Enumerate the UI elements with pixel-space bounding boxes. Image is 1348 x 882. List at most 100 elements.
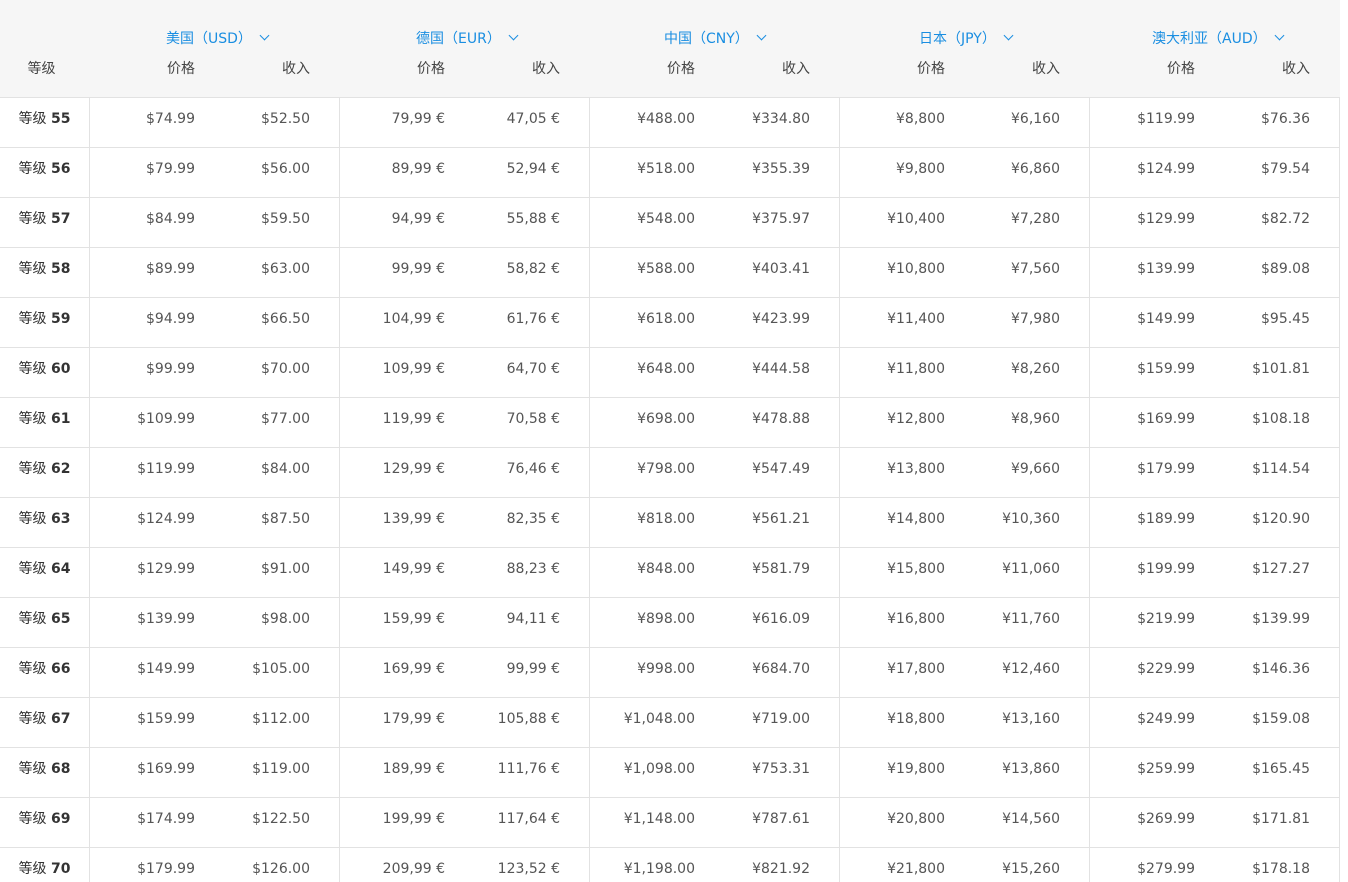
revenue-column-header: 收入: [782, 61, 810, 77]
revenue-cell: ¥423.99: [752, 311, 810, 327]
revenue-cell: ¥355.39: [752, 161, 810, 177]
price-cell: 169,99 €: [382, 661, 445, 677]
revenue-cell: ¥753.31: [752, 761, 810, 777]
revenue-cell: ¥684.70: [752, 661, 810, 677]
tier-prefix: 等级: [18, 661, 47, 677]
price-cell: $119.99: [137, 461, 195, 477]
revenue-cell: 117,64 €: [497, 811, 560, 827]
revenue-cell: $139.99: [1252, 611, 1310, 627]
revenue-cell: $95.45: [1261, 311, 1310, 327]
country-selector-3[interactable]: 日本（JPY）: [919, 28, 1014, 48]
revenue-cell: ¥719.00: [752, 711, 810, 727]
price-cell: $124.99: [1137, 161, 1195, 177]
price-cell: ¥1,148.00: [623, 811, 695, 827]
country-selector-0[interactable]: 美国（USD）: [166, 28, 270, 48]
table-row: 等级 66 $149.99 $105.00 169,99 € 99,99 € ¥998.0…: [0, 648, 1340, 698]
price-cell: $179.99: [137, 861, 195, 877]
price-cell: ¥10,400: [887, 211, 945, 227]
price-cell: 209,99 €: [382, 861, 445, 877]
tier-number: 64: [50, 561, 71, 577]
country-selector-2[interactable]: 中国（CNY）: [664, 28, 767, 48]
revenue-cell: ¥7,280: [1011, 211, 1060, 227]
price-cell: $159.99: [1137, 361, 1195, 377]
tier-cell: 等级 69: [0, 798, 90, 847]
tier-number: 65: [50, 611, 71, 627]
price-cell: $99.99: [146, 361, 195, 377]
revenue-cell: ¥12,460: [1002, 661, 1060, 677]
price-cell: $109.99: [137, 411, 195, 427]
tier-prefix: 等级: [18, 511, 47, 527]
column-divider: [839, 98, 840, 882]
price-cell: $124.99: [137, 511, 195, 527]
price-cell: $259.99: [1137, 761, 1195, 777]
revenue-cell: $127.27: [1252, 561, 1310, 577]
table-body: 等级 55 $74.99 $52.50 79,99 € 47,05 € ¥488.00 ¥3…: [0, 98, 1340, 882]
price-cell: $149.99: [137, 661, 195, 677]
price-cell: ¥18,800: [887, 711, 945, 727]
table-row: 等级 59 $94.99 $66.50 104,99 € 61,76 € ¥618.00 ¥…: [0, 298, 1340, 348]
table-header: 等级 美国（USD） 价格 收入 德国（EUR） 价格 收入 中国（CNY） 价格 收入 日本（J…: [0, 0, 1340, 98]
tier-cell: 等级 61: [0, 398, 90, 447]
revenue-column-header: 收入: [282, 61, 310, 77]
column-divider: [1089, 98, 1090, 882]
tier-prefix: 等级: [18, 311, 47, 327]
table-row: 等级 67 $159.99 $112.00 179,99 € 105,88 € ¥1,04…: [0, 698, 1340, 748]
price-cell: ¥9,800: [896, 161, 945, 177]
chevron-down-icon: [756, 30, 767, 41]
price-cell: ¥13,800: [887, 461, 945, 477]
revenue-cell: ¥787.61: [752, 811, 810, 827]
price-cell: 79,99 €: [391, 111, 445, 127]
revenue-cell: 76,46 €: [506, 461, 560, 477]
revenue-cell: 123,52 €: [497, 861, 560, 877]
revenue-cell: $98.00: [261, 611, 310, 627]
price-cell: ¥11,400: [887, 311, 945, 327]
price-cell: $139.99: [137, 611, 195, 627]
price-cell: ¥1,198.00: [623, 861, 695, 877]
revenue-cell: $122.50: [252, 811, 310, 827]
revenue-cell: ¥10,360: [1002, 511, 1060, 527]
table-row: 等级 62 $119.99 $84.00 129,99 € 76,46 € ¥798.00…: [0, 448, 1340, 498]
price-cell: ¥20,800: [887, 811, 945, 827]
price-cell: 109,99 €: [382, 361, 445, 377]
tier-number: 55: [50, 111, 71, 127]
country-selector-4[interactable]: 澳大利亚（AUD）: [1152, 28, 1285, 48]
price-cell: ¥848.00: [637, 561, 695, 577]
country-selector-1[interactable]: 德国（EUR）: [416, 28, 519, 48]
price-column-header: 价格: [167, 61, 195, 77]
column-divider: [339, 98, 340, 882]
price-column-header: 价格: [917, 61, 945, 77]
price-cell: $249.99: [1137, 711, 1195, 727]
revenue-cell: $126.00: [252, 861, 310, 877]
revenue-cell: $63.00: [261, 261, 310, 277]
tier-cell: 等级 67: [0, 698, 90, 747]
price-cell: 129,99 €: [382, 461, 445, 477]
revenue-cell: 55,88 €: [506, 211, 560, 227]
price-cell: ¥998.00: [637, 661, 695, 677]
tier-cell: 等级 58: [0, 248, 90, 297]
revenue-cell: 88,23 €: [506, 561, 560, 577]
price-cell: ¥8,800: [896, 111, 945, 127]
tier-prefix: 等级: [18, 711, 47, 727]
table-row: 等级 70 $179.99 $126.00 209,99 € 123,52 € ¥1,19…: [0, 848, 1340, 882]
revenue-cell: $76.36: [1261, 111, 1310, 127]
revenue-cell: ¥11,760: [1002, 611, 1060, 627]
column-divider: [1339, 98, 1340, 882]
tier-cell: 等级 68: [0, 748, 90, 797]
revenue-cell: $112.00: [252, 711, 310, 727]
revenue-cell: $66.50: [261, 311, 310, 327]
country-name: 中国（CNY）: [664, 31, 749, 47]
tier-number: 69: [50, 811, 71, 827]
tier-prefix: 等级: [18, 761, 47, 777]
revenue-column-header: 收入: [1282, 61, 1310, 77]
tier-prefix: 等级: [18, 411, 47, 427]
tier-prefix: 等级: [18, 211, 47, 227]
price-cell: $79.99: [146, 161, 195, 177]
revenue-cell: 105,88 €: [497, 711, 560, 727]
revenue-cell: ¥616.09: [752, 611, 810, 627]
tier-cell: 等级 55: [0, 98, 90, 147]
revenue-cell: ¥8,960: [1011, 411, 1060, 427]
revenue-cell: ¥7,980: [1011, 311, 1060, 327]
revenue-cell: 58,82 €: [506, 261, 560, 277]
revenue-cell: $105.00: [252, 661, 310, 677]
chevron-down-icon: [508, 30, 519, 41]
